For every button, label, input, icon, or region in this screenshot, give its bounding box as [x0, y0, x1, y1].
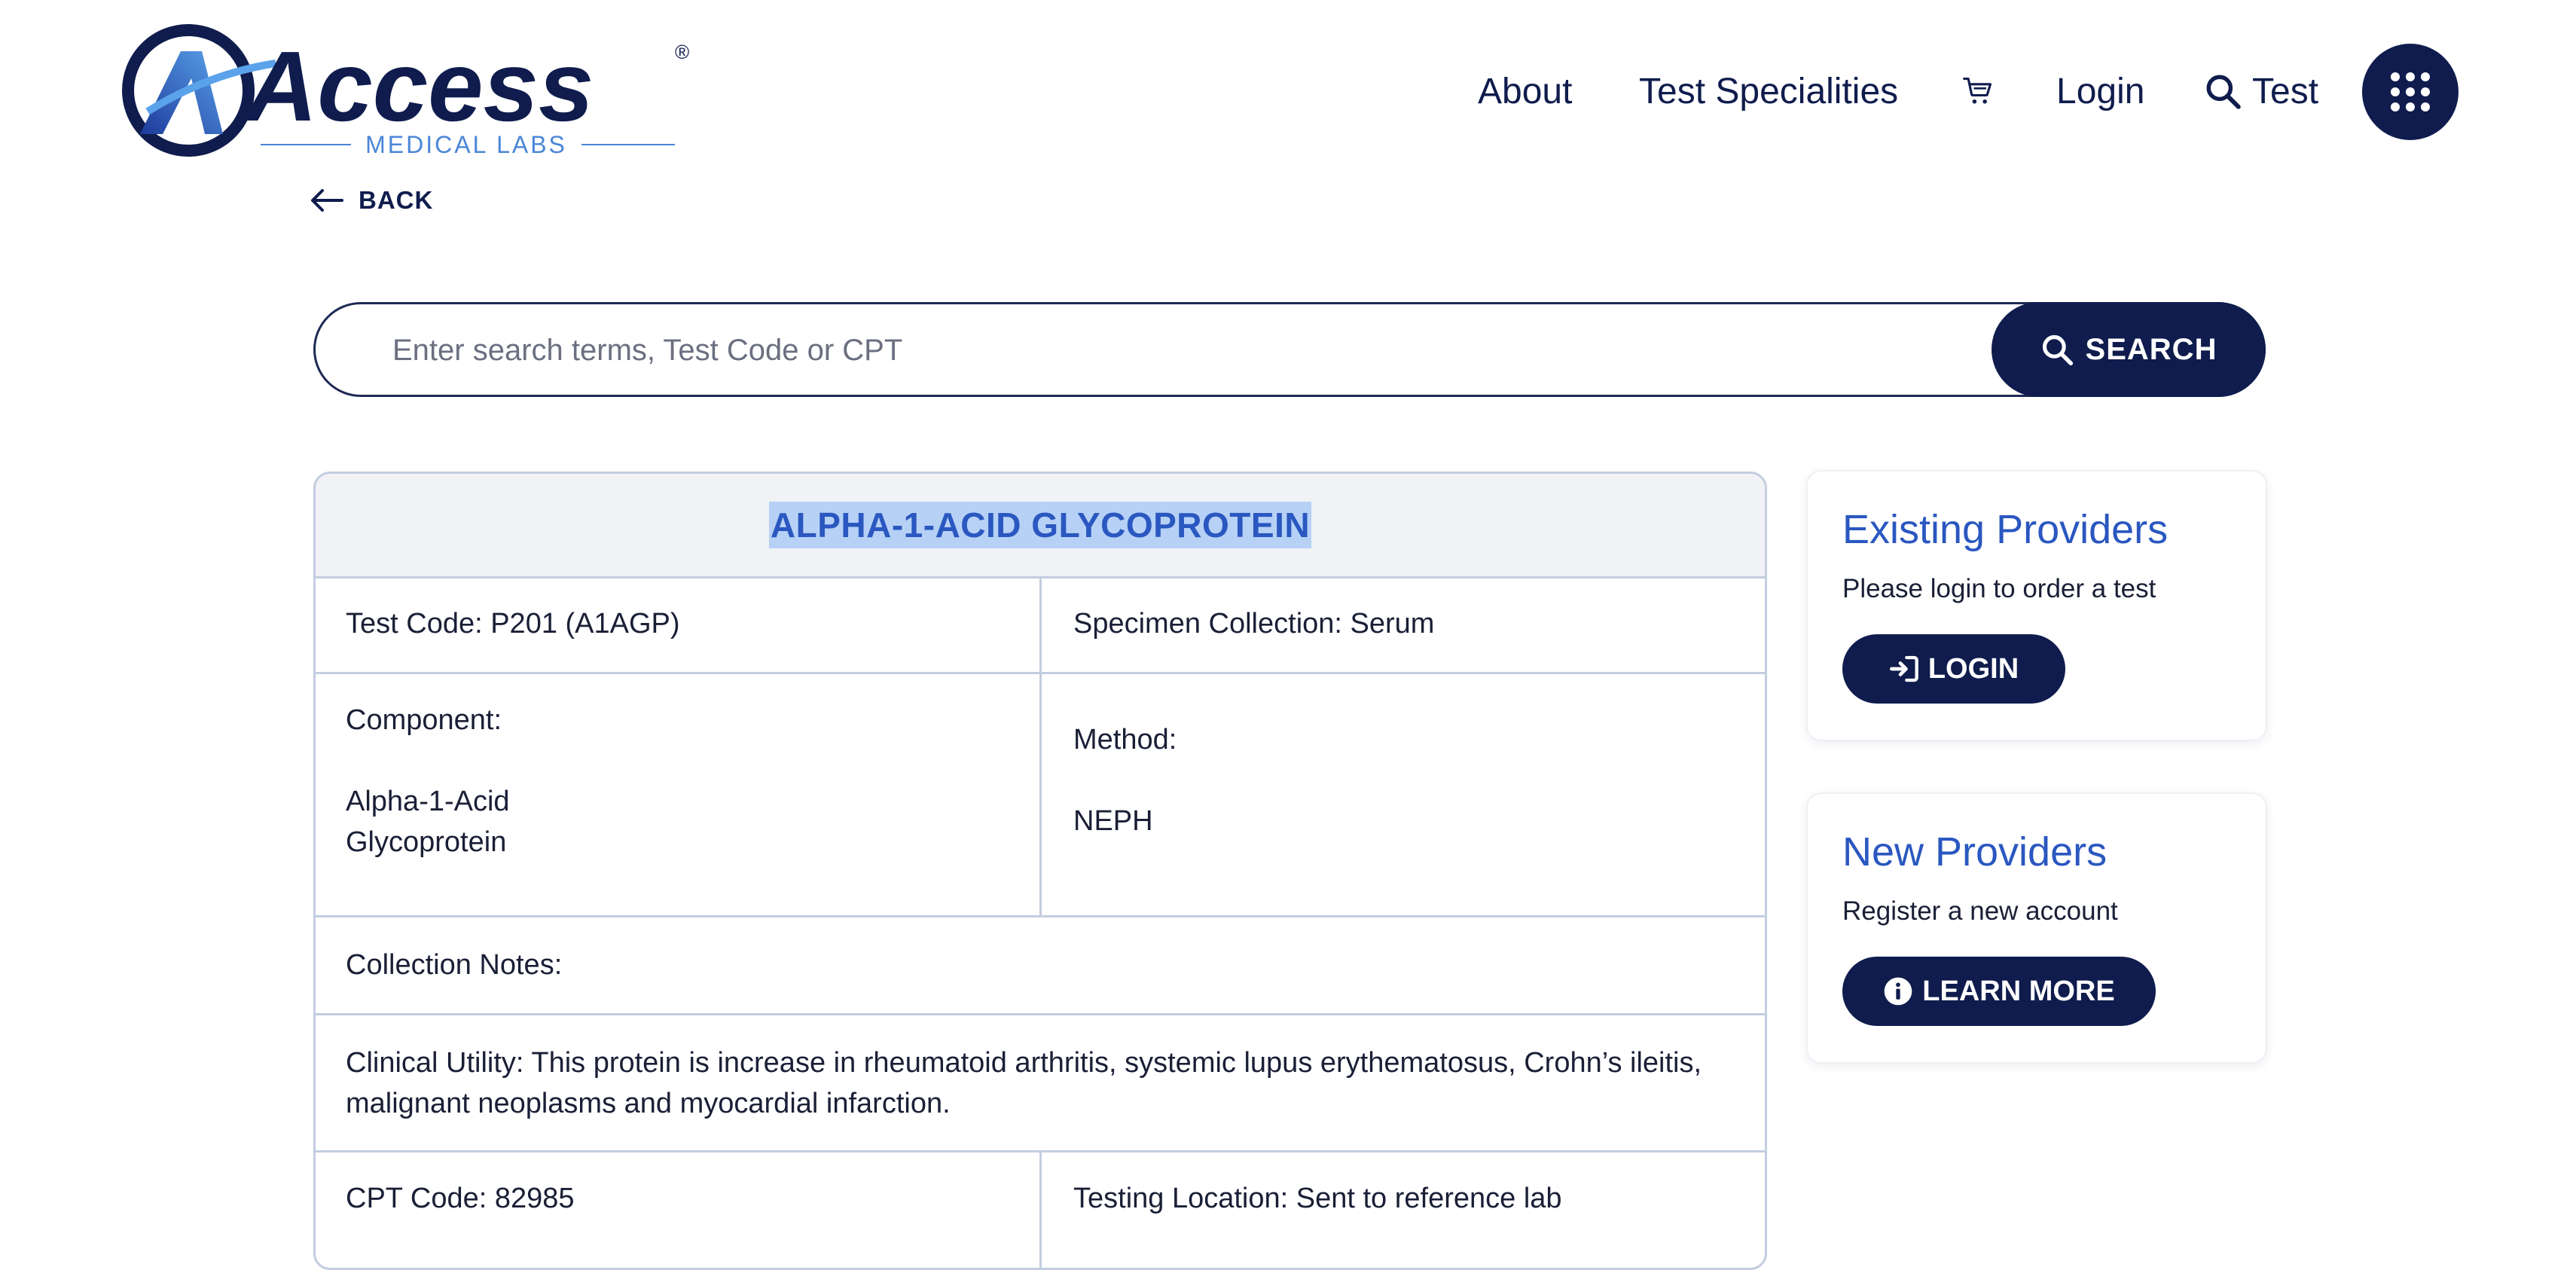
existing-providers-title: Existing Providers: [1842, 507, 2169, 552]
test-detail-table: ALPHA-1-ACID GLYCOPROTEIN Test Code: P20…: [313, 472, 1767, 1270]
search-bar: SEARCH: [313, 302, 2266, 397]
table-row-collection-notes: Collection Notes:: [316, 917, 1765, 1015]
nav-search-test[interactable]: Test: [2204, 60, 2318, 122]
testing-location: Testing Location: Sent to reference lab: [1073, 1183, 1562, 1214]
learn-more-button[interactable]: LEARN MORE: [1842, 957, 2156, 1026]
existing-providers-text: Please login to order a test: [1842, 574, 2156, 603]
nav-about[interactable]: About: [1478, 60, 1572, 122]
search-icon: [2042, 334, 2073, 366]
method-value: NEPH: [1073, 805, 1153, 837]
info-circle-icon: [1884, 977, 1912, 1006]
search-input[interactable]: [391, 304, 1900, 396]
method-label: Method:: [1073, 724, 1177, 756]
component-cell: Component: Alpha-1-Acid Glycoprotein: [316, 674, 1042, 915]
component-label: Component:: [346, 704, 502, 736]
back-link[interactable]: BACK: [310, 181, 433, 220]
test-title: ALPHA-1-ACID GLYCOPROTEIN: [768, 502, 1312, 548]
table-row-component-method: Component: Alpha-1-Acid Glycoprotein Met…: [316, 674, 1765, 917]
test-title-row: ALPHA-1-ACID GLYCOPROTEIN: [316, 474, 1765, 579]
arrow-left-icon: [311, 189, 343, 212]
component-value-line-1: Alpha-1-Acid: [346, 786, 510, 817]
component-value-line-2: Glycoprotein: [346, 826, 507, 858]
nav-login[interactable]: Login: [2056, 60, 2144, 122]
main-nav: About Test Specialities Login Test: [0, 60, 2576, 122]
clinical-utility: Clinical Utility: This protein is increa…: [346, 1047, 1702, 1119]
search-button-label: SEARCH: [2085, 332, 2217, 366]
search-icon: [2206, 75, 2241, 109]
specimen-collection: Specimen Collection: Serum: [1073, 608, 1435, 640]
new-providers-title: New Providers: [1842, 829, 2107, 875]
nav-test-specialities[interactable]: Test Specialities: [1639, 60, 1898, 122]
login-button-label: LOGIN: [1927, 652, 2019, 685]
table-row-cpt-location: CPT Code: 82985 Testing Location: Sent t…: [316, 1152, 1765, 1268]
logo-tagline: MEDICAL LABS: [365, 131, 567, 158]
method-cell: Method: NEPH: [1042, 674, 1765, 915]
back-link-label: BACK: [359, 186, 434, 214]
collection-notes: Collection Notes:: [346, 949, 563, 981]
sign-in-icon: [1889, 655, 1918, 682]
apps-menu-button[interactable]: [2362, 44, 2458, 140]
new-providers-card: New Providers Register a new account LEA…: [1806, 792, 2267, 1064]
test-code: Test Code: P201 (A1AGP): [316, 576, 1042, 672]
grid-dots-icon: [2391, 72, 2430, 111]
nav-search-test-label: Test: [2252, 71, 2319, 111]
search-button[interactable]: SEARCH: [1992, 302, 2266, 397]
cpt-code: CPT Code: 82985: [316, 1152, 1042, 1268]
learn-more-button-label: LEARN MORE: [1922, 975, 2115, 1007]
new-providers-text: Register a new account: [1842, 896, 2118, 926]
login-button[interactable]: LOGIN: [1842, 634, 2065, 704]
table-row-clinical-utility: Clinical Utility: This protein is increa…: [316, 1015, 1765, 1152]
nav-cart[interactable]: [1961, 60, 1995, 122]
cart-icon: [1963, 77, 1992, 104]
existing-providers-card: Existing Providers Please login to order…: [1806, 470, 2267, 741]
table-row-code-specimen: Test Code: P201 (A1AGP) Specimen Collect…: [316, 576, 1765, 674]
